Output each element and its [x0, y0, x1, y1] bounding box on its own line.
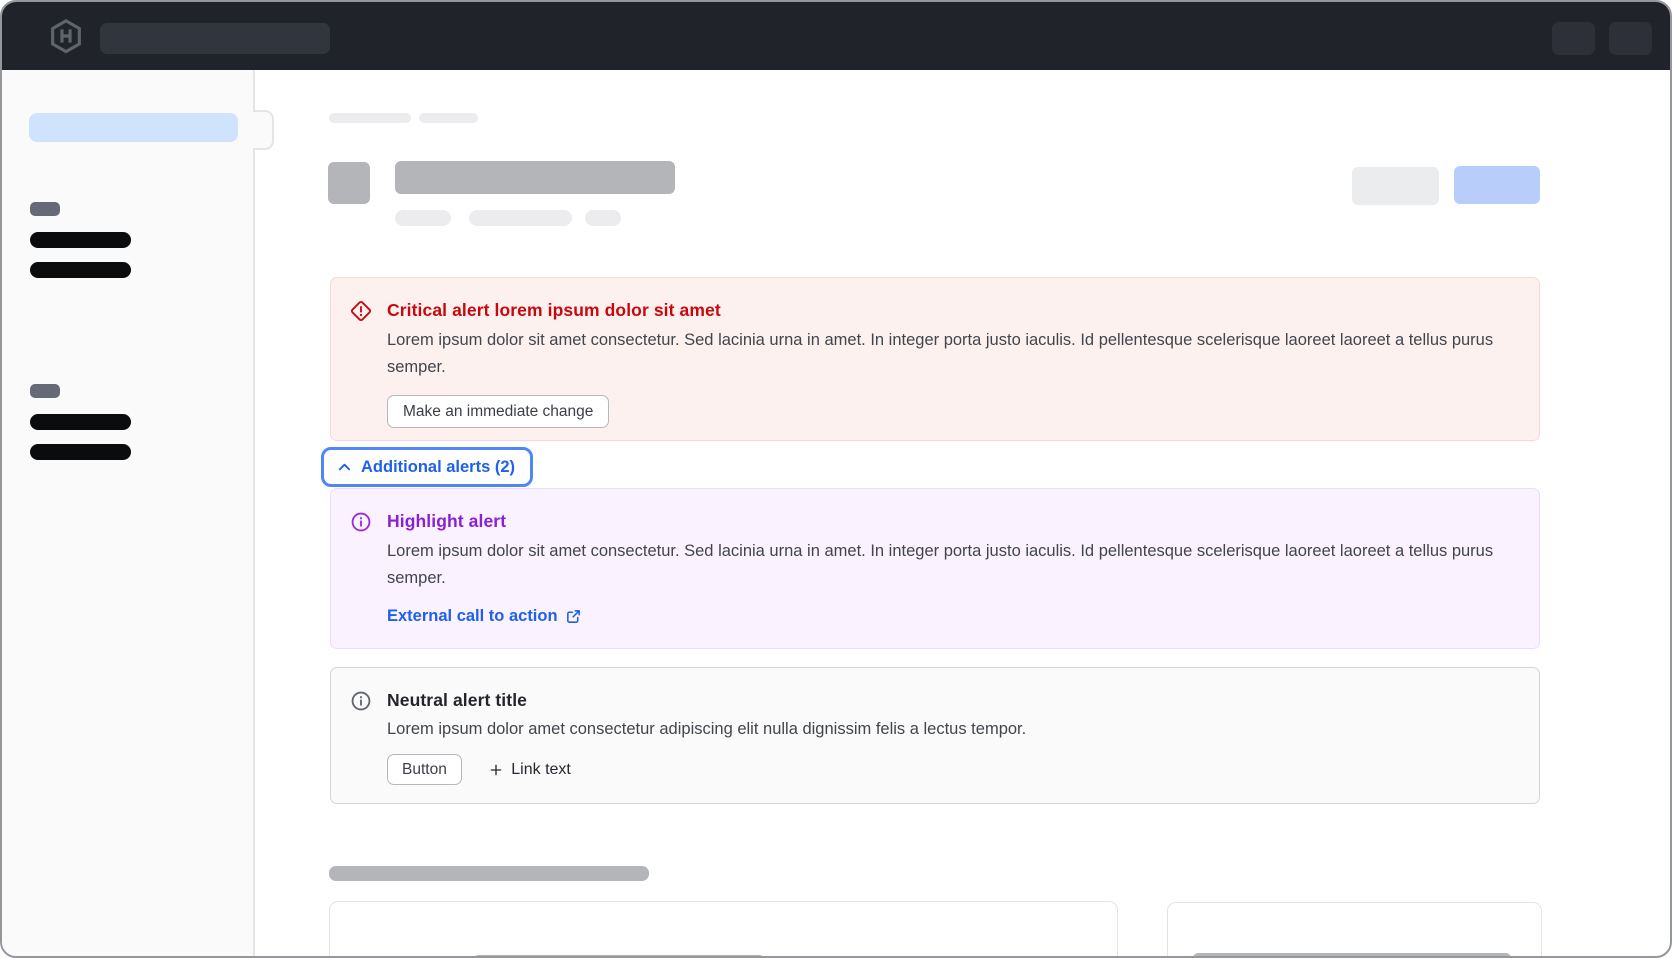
external-link-label: External call to action: [387, 607, 558, 626]
critical-alert-body: Lorem ipsum dolor sit amet consectetur. …: [387, 327, 1509, 381]
content-card: [1167, 902, 1542, 958]
avatar: [328, 162, 370, 204]
topbar-action-placeholder[interactable]: [1609, 22, 1652, 55]
sidebar-item[interactable]: [30, 444, 131, 460]
page-meta-placeholder: [469, 210, 572, 226]
page-title-placeholder: [395, 161, 675, 194]
card-content-placeholder: [1192, 953, 1512, 958]
additional-alerts-toggle-label: Additional alerts (2): [361, 458, 515, 477]
section-title-placeholder: [329, 866, 649, 881]
add-link[interactable]: Link text: [488, 761, 571, 779]
primary-button-placeholder[interactable]: [1454, 166, 1540, 204]
info-circle-icon: [350, 690, 372, 712]
plus-icon: [488, 762, 504, 778]
breadcrumb[interactable]: [329, 113, 411, 123]
sidebar-item-active[interactable]: [29, 113, 238, 142]
critical-alert-title: Critical alert lorem ipsum dolor sit ame…: [387, 299, 1515, 321]
app-window: Critical alert lorem ipsum dolor sit ame…: [0, 0, 1672, 958]
add-link-label: Link text: [511, 761, 571, 779]
info-circle-icon: [350, 511, 372, 533]
sidebar-section-label: [30, 384, 60, 398]
highlight-alert-title: Highlight alert: [387, 510, 1515, 532]
sidebar-item[interactable]: [30, 262, 131, 278]
content-card: [329, 901, 1118, 958]
neutral-alert-banner: Neutral alert title Lorem ipsum dolor am…: [330, 667, 1540, 804]
page-meta-placeholder: [585, 210, 621, 226]
page-meta-placeholder: [395, 210, 451, 226]
critical-alert-banner: Critical alert lorem ipsum dolor sit ame…: [330, 277, 1540, 441]
alert-diamond-icon: [350, 300, 372, 322]
sidebar-item[interactable]: [30, 232, 131, 248]
sidebar-section-label: [30, 202, 60, 216]
search-input[interactable]: [100, 23, 330, 54]
secondary-button-placeholder[interactable]: [1352, 167, 1439, 205]
external-call-to-action-link[interactable]: External call to action: [387, 607, 582, 626]
highlight-alert-body: Lorem ipsum dolor sit amet consectetur. …: [387, 538, 1509, 592]
sidebar-item[interactable]: [30, 414, 131, 430]
external-link-icon: [565, 608, 582, 625]
highlight-alert-banner: Highlight alert Lorem ipsum dolor sit am…: [330, 488, 1540, 649]
top-nav-bar: [2, 2, 1672, 70]
topbar-action-placeholder[interactable]: [1552, 22, 1595, 55]
breadcrumb[interactable]: [419, 113, 478, 123]
neutral-alert-body: Lorem ipsum dolor amet consectetur adipi…: [387, 716, 1509, 743]
immediate-change-button[interactable]: Make an immediate change: [387, 395, 609, 428]
neutral-alert-button[interactable]: Button: [387, 754, 462, 785]
hashicorp-logo-icon: [48, 18, 84, 54]
sidebar-collapse-handle[interactable]: [253, 110, 274, 150]
neutral-alert-title: Neutral alert title: [387, 689, 1515, 711]
additional-alerts-toggle[interactable]: Additional alerts (2): [321, 447, 533, 487]
chevron-up-icon: [337, 460, 352, 475]
